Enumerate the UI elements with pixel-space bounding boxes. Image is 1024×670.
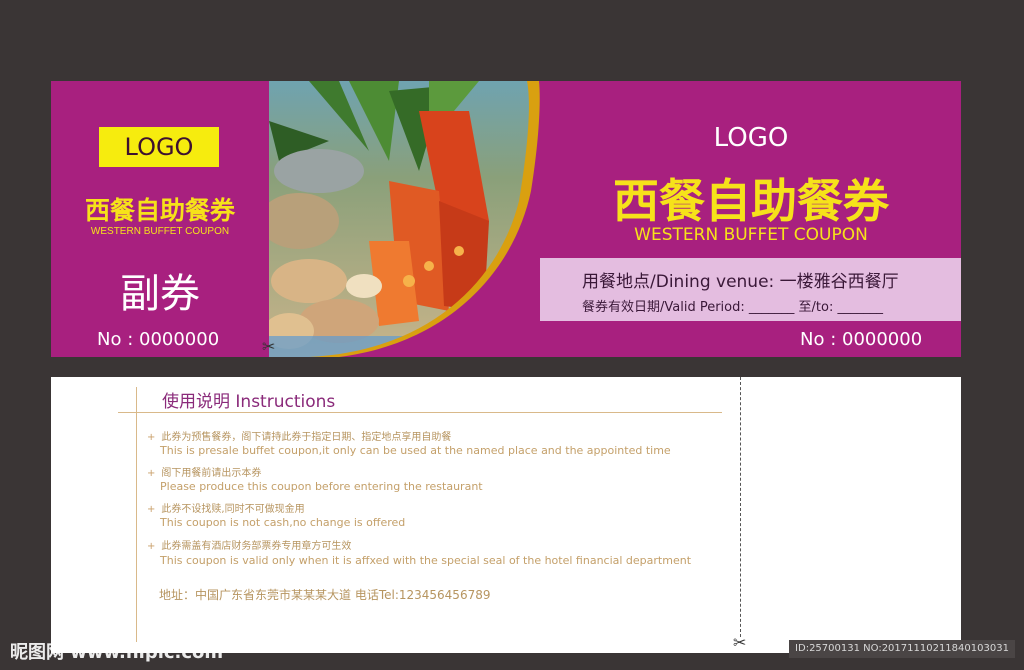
stub-label: 副券 [120,271,200,317]
watermark-right: ID:25700131 NO:20171110211840103031 [789,640,1015,658]
plus-icon: + [147,541,156,552]
watermark-left: 昵图网 www.nipic.com [10,642,224,663]
plus-icon: + [147,504,156,515]
coupon-stub: LOGO 西餐自助餐券 WESTERN BUFFET COUPON 副券 No … [51,81,269,357]
instructions-divider [118,412,722,413]
venue-box: 用餐地点/Dining venue: 一楼雅谷西餐厅 餐券有效日期/Valid … [540,258,961,321]
coupon-back: 使用说明 Instructions + 此券为预售餐券，阁下请持此券于指定日期、指… [51,377,961,653]
stub-title: 西餐自助餐券 [84,196,235,225]
main-subtitle: WESTERN BUFFET COUPON [634,225,868,245]
instruction-item-en: Please produce this coupon before enteri… [160,480,483,493]
instruction-item-cn: + 此券为预售餐券，阁下请持此券于指定日期、指定地点享用自助餐 [147,432,452,443]
perforation-line [740,377,741,637]
valid-period: 餐券有效日期/Valid Period: _______ 至/to: _____… [582,300,883,315]
main-number: No : 0000000 [800,329,923,350]
plus-icon: + [147,432,156,443]
instruction-item-cn: + 此券需盖有酒店财务部票券专用章方可生效 [147,541,352,552]
fish [274,149,364,193]
seafood-photo [269,81,541,357]
instructions-margin-line [136,387,137,642]
main-title: 西餐自助餐券 [613,174,889,228]
instruction-item-en: This coupon is not cash,no change is off… [160,516,406,529]
instruction-item-cn: + 此券不设找赎,同时不可做现金用 [147,504,305,515]
stub-logo: LOGO [99,127,219,167]
plus-icon: + [147,468,156,479]
address-phone: 地址：中国广东省东莞市某某某大道 电话Tel:123456456789 [159,588,491,602]
coupon-front: LOGO 西餐自助餐券 WESTERN BUFFET COUPON 副券 No … [51,81,961,357]
dining-venue: 用餐地点/Dining venue: 一楼雅谷西餐厅 [582,272,899,292]
main-logo: LOGO [713,123,789,153]
stub-number: No : 0000000 [97,329,220,350]
instruction-item-en: This coupon is valid only when it is aff… [160,554,692,567]
stub-subtitle: WESTERN BUFFET COUPON [90,226,230,237]
scissors-icon: ✂ [262,337,276,356]
scissors-icon: ✂ [733,633,747,652]
instruction-item-cn: + 阁下用餐前请出示本券 [147,468,262,479]
instructions-title: 使用说明 Instructions [162,392,336,412]
instruction-item-en: This is presale buffet coupon,it only ca… [160,444,671,457]
